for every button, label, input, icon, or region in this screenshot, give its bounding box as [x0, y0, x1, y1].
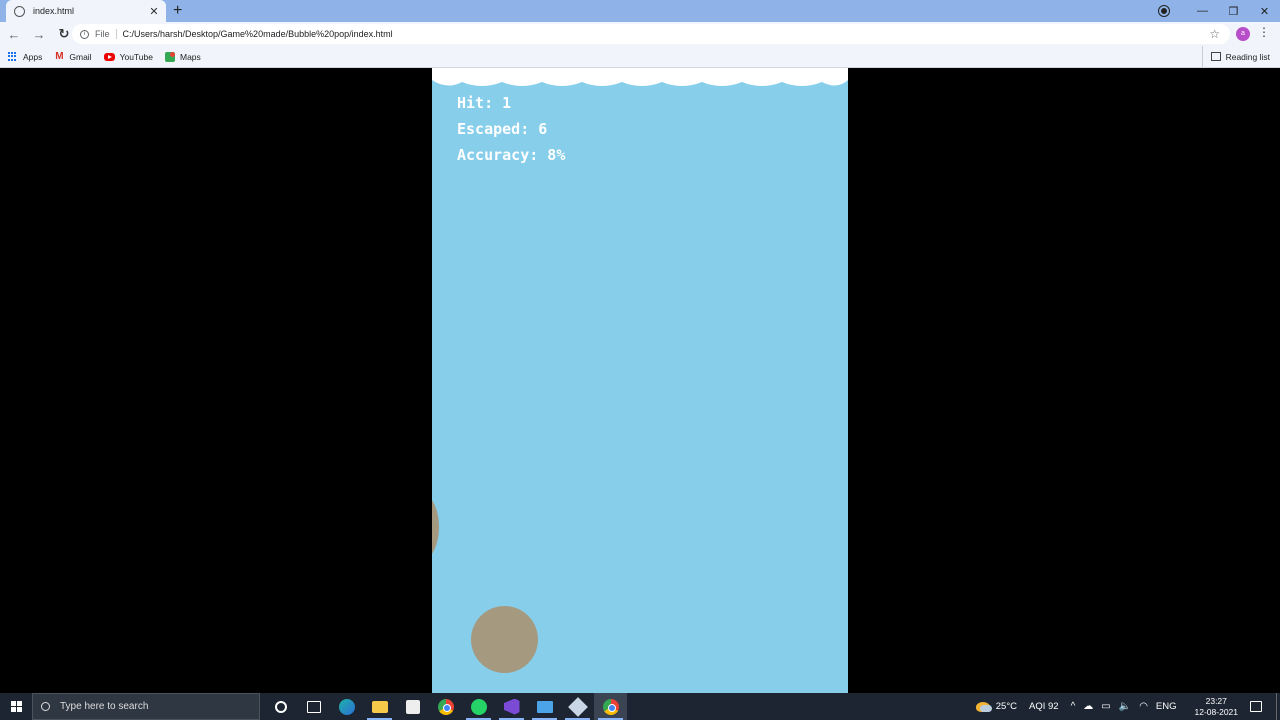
wifi-icon[interactable]: ◠ — [1139, 701, 1148, 712]
battery-icon[interactable]: ▭ — [1101, 701, 1110, 712]
profile-avatar[interactable]: a — [1236, 27, 1250, 41]
show-desktop-button[interactable] — [1276, 693, 1280, 720]
minecraft-icon — [567, 696, 588, 717]
taskbar-search[interactable]: Type here to search — [32, 693, 260, 720]
bookmark-label: YouTube — [119, 51, 153, 62]
cloud-border — [432, 68, 848, 86]
task-view-icon — [306, 700, 321, 713]
store-button[interactable] — [396, 693, 429, 720]
chrome-icon — [437, 698, 454, 715]
bookmark-label: Apps — [23, 51, 43, 62]
remote-desktop-button[interactable] — [528, 693, 561, 720]
escaped-counter: Escaped: 6 — [457, 120, 548, 138]
screen: index.html ✕ + — ❐ ✕ ← → ↻ i File C:/Use… — [0, 0, 1280, 720]
browser-toolbar: ← → ↻ i File C:/Users/harsh/Desktop/Game… — [0, 22, 1280, 46]
file-explorer-icon — [371, 700, 388, 713]
language-indicator[interactable]: ENG — [1156, 701, 1177, 712]
hit-counter: Hit: 1 — [457, 94, 512, 112]
whatsapp-button[interactable] — [462, 693, 495, 720]
bookmark-label: Gmail — [69, 51, 92, 62]
remote-desktop-icon — [536, 700, 553, 713]
new-tab-button[interactable]: + — [173, 1, 182, 21]
bubble[interactable] — [432, 494, 439, 560]
close-window-button[interactable]: ✕ — [1249, 5, 1280, 18]
page-viewport: Hit: 1 Escaped: 6 Accuracy: 8% — [0, 68, 1280, 693]
edge-icon — [338, 698, 355, 715]
chrome-active-button[interactable] — [594, 693, 627, 720]
bookmarks-bar: Apps M Gmail YouTube Maps Reading list — [0, 46, 1280, 68]
address-bar[interactable]: i File C:/Users/harsh/Desktop/Game%20mad… — [72, 24, 1230, 44]
forward-arrow-icon[interactable]: → — [28, 27, 50, 42]
cloud-icon[interactable]: ☁ — [1083, 701, 1093, 712]
media-control-icon[interactable] — [1158, 5, 1170, 17]
url-scheme-label: File — [95, 29, 117, 39]
bookmark-star-icon[interactable]: ☆ — [1209, 27, 1220, 41]
search-placeholder: Type here to search — [60, 701, 149, 712]
store-icon — [405, 699, 420, 714]
browser-menu-icon[interactable]: ⋮ — [1258, 25, 1270, 39]
reading-list-button[interactable]: Reading list — [1201, 46, 1270, 67]
score-hud: Hit: 1 Escaped: 6 Accuracy: 8% — [457, 90, 565, 168]
task-view-button[interactable] — [297, 693, 330, 720]
url-text[interactable]: C:/Users/harsh/Desktop/Game%20made/Bubbl… — [123, 29, 1210, 39]
tab-strip: index.html ✕ + — ❐ ✕ — [0, 0, 1280, 22]
window-controls: — ❐ ✕ — [1158, 0, 1280, 22]
apps-icon — [8, 51, 18, 62]
bookmark-gmail[interactable]: M Gmail — [54, 50, 92, 62]
minimize-button[interactable]: — — [1187, 5, 1218, 17]
aqi-label[interactable]: AQI 92 — [1029, 701, 1059, 712]
pinned-apps — [264, 693, 627, 720]
maps-icon — [164, 51, 175, 62]
taskbar: Type here to search 25°C AQI 92 ^ ☁ ▭ 🔈 … — [0, 693, 1280, 720]
bookmark-apps[interactable]: Apps — [8, 51, 43, 62]
tab-title: index.html — [33, 6, 75, 16]
chevron-up-icon[interactable]: ^ — [1071, 701, 1076, 712]
cortana-icon — [274, 700, 287, 713]
file-explorer-button[interactable] — [363, 693, 396, 720]
bookmark-maps[interactable]: Maps — [164, 51, 201, 62]
minecraft-button[interactable] — [561, 693, 594, 720]
clock[interactable]: 23:27 12-08-2021 — [1195, 696, 1238, 718]
game-canvas[interactable]: Hit: 1 Escaped: 6 Accuracy: 8% — [432, 68, 848, 693]
chrome-button[interactable] — [429, 693, 462, 720]
back-arrow-icon[interactable]: ← — [3, 27, 25, 42]
bookmark-label: Maps — [179, 51, 201, 62]
browser-tab[interactable]: index.html ✕ — [6, 0, 166, 22]
accuracy-counter: Accuracy: 8% — [457, 146, 566, 164]
info-icon[interactable]: i — [80, 29, 89, 39]
visual-studio-button[interactable] — [495, 693, 528, 720]
globe-icon — [14, 5, 25, 17]
reading-list-label: Reading list — [1225, 51, 1270, 62]
restore-button[interactable]: ❐ — [1218, 5, 1249, 18]
bookmark-youtube[interactable]: YouTube — [103, 51, 153, 62]
whatsapp-icon — [470, 698, 487, 715]
chrome-active-icon — [602, 698, 619, 715]
windows-logo-icon — [10, 701, 22, 712]
clock-time: 23:27 — [1205, 695, 1227, 706]
tab-close-icon[interactable]: ✕ — [148, 5, 160, 18]
weather-temp[interactable]: 25°C — [996, 701, 1017, 712]
gmail-icon: M — [55, 50, 64, 62]
weather-icon[interactable] — [975, 701, 992, 712]
system-tray: 25°C AQI 92 ^ ☁ ▭ 🔈 ◠ ENG 23:27 12-08-20… — [975, 693, 1280, 720]
youtube-icon — [103, 52, 115, 61]
volume-icon[interactable]: 🔈 — [1119, 701, 1131, 712]
visual-studio-icon — [503, 698, 520, 715]
clock-date: 12-08-2021 — [1194, 706, 1238, 717]
cortana-button[interactable] — [264, 693, 297, 720]
search-icon — [41, 702, 50, 711]
notification-icon[interactable] — [1250, 701, 1262, 712]
start-button[interactable] — [0, 693, 32, 720]
reading-list-icon — [1210, 52, 1221, 61]
edge-button[interactable] — [330, 693, 363, 720]
bubble[interactable] — [471, 606, 538, 673]
